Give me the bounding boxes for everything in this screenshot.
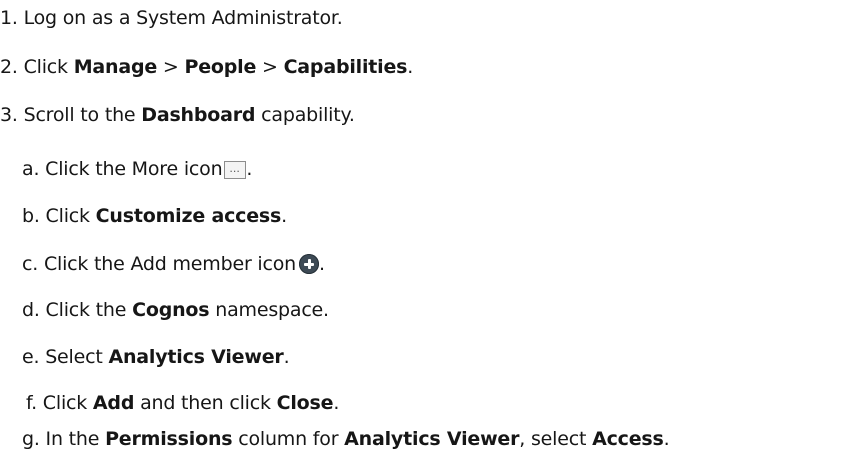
menu-manage: Manage — [73, 56, 158, 78]
step-2: 2. Click Manage > People > Capabilities. — [0, 55, 413, 79]
substep-text: Click — [42, 392, 93, 414]
substep-text-end: . — [333, 392, 340, 414]
substep-text: Click the Add member icon — [43, 253, 296, 275]
menu-capabilities: Capabilities — [283, 56, 408, 78]
substep-text-end: . — [319, 253, 325, 275]
step-text-end: . — [407, 56, 414, 78]
substep-text-end: namespace. — [209, 299, 329, 321]
step-number: 3. — [0, 104, 18, 126]
substep-text-mid: , select — [519, 428, 593, 450]
substep-letter: c. — [22, 253, 39, 275]
substep-text: In the — [45, 428, 106, 450]
customize-access-label: Customize access — [95, 205, 282, 227]
step-text: Click — [23, 56, 74, 78]
more-icon — [224, 160, 247, 184]
permissions-label: Permissions — [105, 428, 233, 450]
substep-letter: e. — [22, 346, 40, 368]
step-number: 2. — [0, 56, 18, 78]
substep-text-mid: column for — [232, 428, 345, 450]
step-number: 1. — [0, 7, 18, 29]
substep-g: g. In the Permissions column for Analyti… — [22, 427, 670, 451]
substep-letter: g. — [22, 428, 40, 450]
capability-dashboard: Dashboard — [141, 104, 256, 126]
step-1: 1. Log on as a System Administrator. — [0, 6, 343, 30]
substep-b: b. Click Customize access. — [22, 204, 287, 228]
substep-text-end: . — [283, 346, 290, 368]
step-text: Log on as a System Administrator. — [23, 7, 343, 29]
substep-text-end: . — [663, 428, 670, 450]
step-3: 3. Scroll to the Dashboard capability. — [0, 103, 355, 127]
path-separator: > — [256, 56, 284, 78]
substep-text-mid: and then click — [134, 392, 277, 414]
substep-text: Click the More icon — [45, 158, 223, 180]
substep-text: Click the — [45, 299, 133, 321]
close-label: Close — [276, 392, 334, 414]
add-label: Add — [92, 392, 135, 414]
substep-d: d. Click the Cognos namespace. — [22, 298, 329, 322]
analytics-viewer-label: Analytics Viewer — [108, 346, 284, 368]
substep-f: f. Click Add and then click Close. — [26, 391, 339, 415]
analytics-viewer-label: Analytics Viewer — [344, 428, 520, 450]
substep-e: e. Select Analytics Viewer. — [22, 345, 290, 369]
substep-letter: b. — [22, 205, 40, 227]
substep-letter: d. — [22, 299, 40, 321]
add-member-icon — [299, 254, 319, 274]
substep-c: c. Click the Add member icon. — [22, 252, 325, 276]
substep-a: a. Click the More icon. — [22, 157, 253, 184]
cognos-namespace-label: Cognos — [132, 299, 210, 321]
substep-text: Click — [45, 205, 96, 227]
substep-letter: f. — [26, 392, 37, 414]
substep-text-end: . — [246, 158, 253, 180]
path-separator: > — [157, 56, 185, 78]
step-text: Scroll to the — [23, 104, 142, 126]
access-label: Access — [592, 428, 664, 450]
substep-text-end: . — [281, 205, 287, 227]
step-text-end: capability. — [255, 104, 355, 126]
menu-people: People — [184, 56, 257, 78]
substep-text: Select — [45, 346, 109, 368]
substep-letter: a. — [22, 158, 40, 180]
